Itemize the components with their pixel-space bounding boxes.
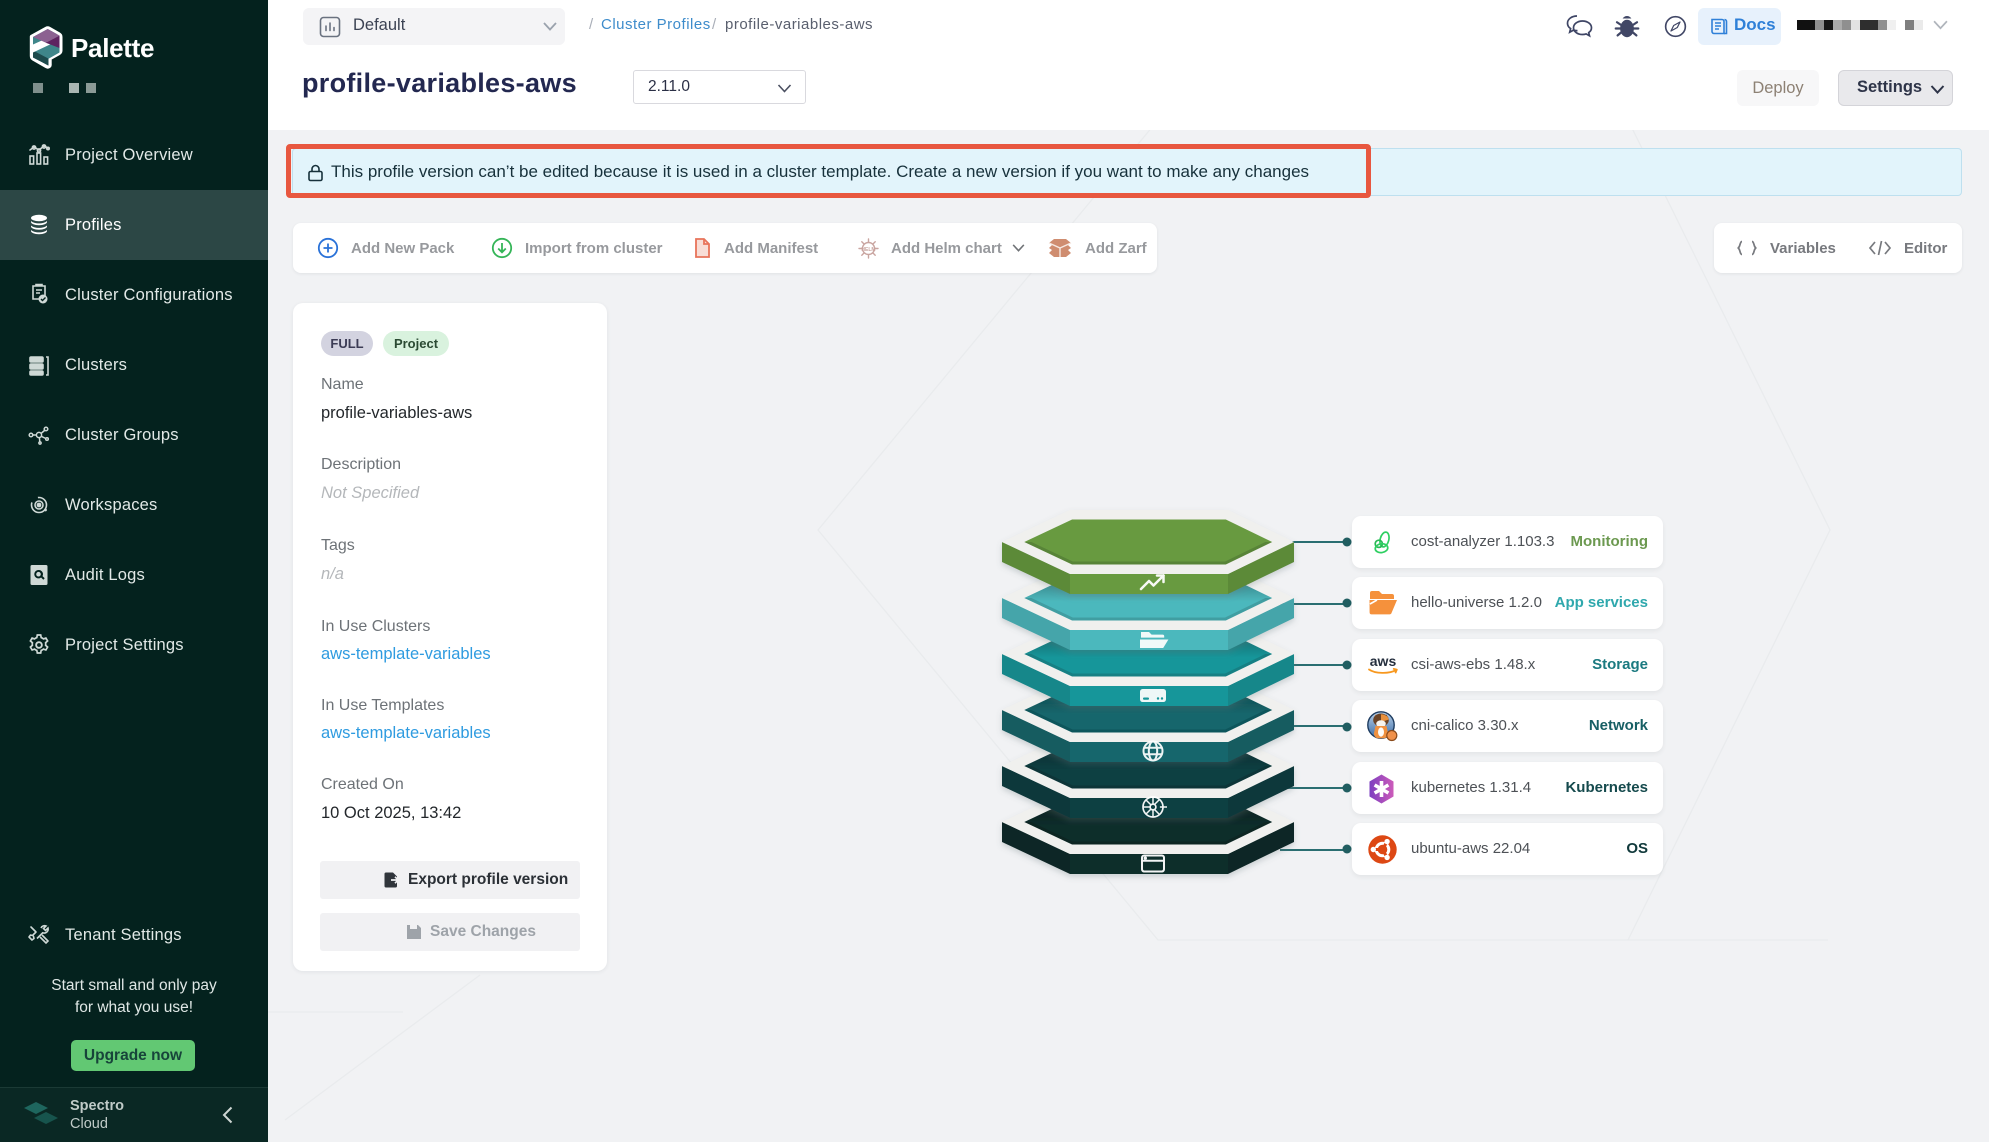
svg-text:aws: aws [1370, 653, 1397, 669]
svg-text:HELM: HELM [861, 246, 875, 252]
